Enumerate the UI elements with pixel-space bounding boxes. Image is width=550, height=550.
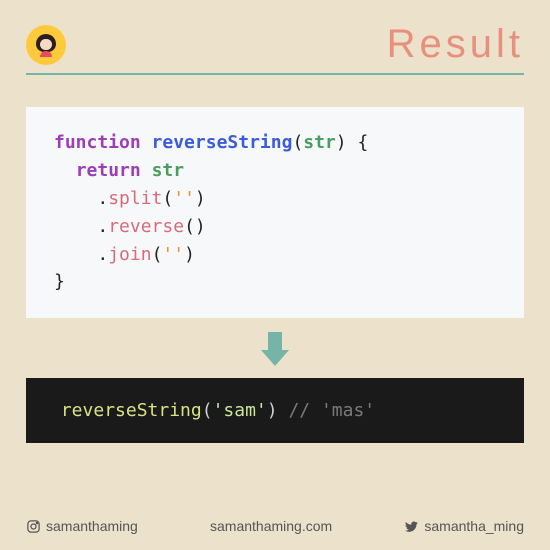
divider: [26, 73, 524, 75]
arrow-down-icon: [26, 332, 524, 366]
code-definition-block: function reverseString(str) { return str…: [26, 107, 524, 318]
instagram-text: samanthaming: [46, 518, 138, 534]
call-arg: 'sam': [213, 400, 267, 421]
method-join: join: [108, 244, 151, 265]
empty-string-1: '': [173, 188, 195, 209]
website-link: samanthaming.com: [210, 518, 332, 534]
code-result-block: reverseString('sam') // 'mas': [26, 378, 524, 443]
header: Result: [26, 22, 524, 67]
instagram-icon: [26, 519, 41, 534]
instagram-handle: samanthaming: [26, 518, 138, 534]
param-str: str: [303, 132, 336, 153]
twitter-text: samantha_ming: [424, 518, 524, 534]
open-brace: {: [347, 132, 369, 153]
var-str: str: [152, 160, 185, 181]
keyword-return: return: [76, 160, 141, 181]
twitter-icon: [404, 519, 419, 534]
footer: samanthaming samanthaming.com samantha_m…: [26, 518, 524, 534]
function-name: reverseString: [152, 132, 293, 153]
method-reverse: reverse: [108, 216, 184, 237]
avatar: [26, 25, 66, 65]
website-text: samanthaming.com: [210, 518, 332, 534]
keyword-function: function: [54, 132, 141, 153]
empty-string-2: '': [162, 244, 184, 265]
result-comment: // 'mas': [288, 400, 375, 421]
page-title: Result: [387, 22, 524, 67]
method-split: split: [108, 188, 162, 209]
call-function-name: reverseString: [61, 400, 202, 421]
close-brace: }: [54, 271, 65, 292]
twitter-handle: samantha_ming: [404, 518, 524, 534]
